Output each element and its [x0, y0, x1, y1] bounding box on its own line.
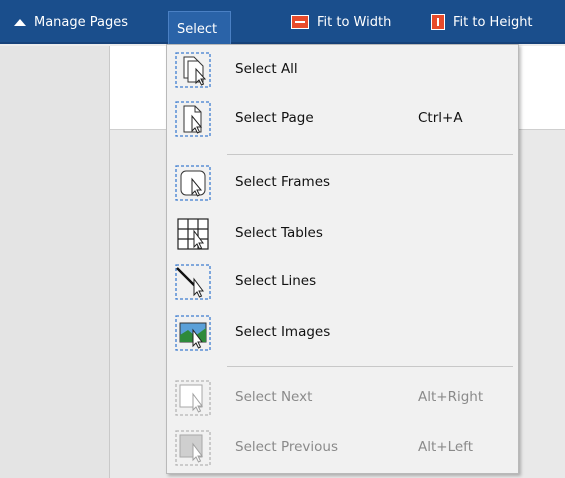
page-gutter	[0, 46, 110, 478]
select-lines-icon	[175, 264, 211, 300]
select-tables-icon	[177, 218, 209, 250]
caret-up-icon	[14, 18, 26, 26]
menu-separator	[227, 154, 513, 155]
fit-width-icon	[291, 15, 309, 29]
select-menu-button[interactable]: Select	[168, 11, 231, 44]
select-menu-label: Select	[177, 22, 218, 37]
menu-item-select-frames[interactable]: Select Frames	[167, 160, 518, 206]
menu-item-select-images[interactable]: Select Images	[167, 310, 518, 356]
menu-item-select-all[interactable]: Select All	[167, 47, 518, 93]
manage-pages-label: Manage Pages	[34, 14, 129, 30]
fit-to-height-button[interactable]: Fit to Height	[431, 12, 533, 32]
top-toolbar: Manage Pages Select Fit to Width Fit to …	[0, 0, 565, 44]
fit-height-icon	[431, 14, 445, 30]
manage-pages-button[interactable]: Manage Pages	[14, 12, 128, 32]
menu-item-label: Select All	[235, 61, 298, 77]
select-page-icon	[175, 101, 211, 137]
menu-item-label: Select Frames	[235, 174, 331, 190]
fit-to-width-label: Fit to Width	[317, 14, 392, 30]
menu-item-shortcut: Alt+Left	[418, 439, 473, 455]
select-dropdown-menu: Select All Select Page Ctrl+A Select Fra…	[166, 44, 519, 474]
menu-item-label: Select Next	[235, 389, 313, 405]
select-next-icon	[175, 380, 211, 416]
menu-item-label: Select Lines	[235, 273, 317, 289]
fit-to-height-label: Fit to Height	[453, 14, 533, 30]
fit-to-width-button[interactable]: Fit to Width	[291, 12, 391, 32]
menu-item-select-next[interactable]: Select Next Alt+Right	[167, 375, 518, 421]
menu-item-shortcut: Alt+Right	[418, 389, 484, 405]
select-frames-icon	[175, 165, 211, 201]
menu-item-label: Select Tables	[235, 225, 323, 241]
select-all-icon	[175, 52, 211, 88]
menu-item-label: Select Previous	[235, 439, 338, 455]
menu-item-select-page[interactable]: Select Page Ctrl+A	[167, 96, 518, 142]
menu-separator	[227, 366, 513, 367]
menu-item-select-tables[interactable]: Select Tables	[167, 211, 518, 257]
select-previous-icon	[175, 430, 211, 466]
menu-item-select-previous[interactable]: Select Previous Alt+Left	[167, 425, 518, 471]
menu-item-label: Select Page	[235, 110, 314, 126]
menu-item-shortcut: Ctrl+A	[418, 110, 463, 126]
select-images-icon	[175, 315, 211, 351]
menu-item-select-lines[interactable]: Select Lines	[167, 259, 518, 305]
menu-item-label: Select Images	[235, 324, 331, 340]
